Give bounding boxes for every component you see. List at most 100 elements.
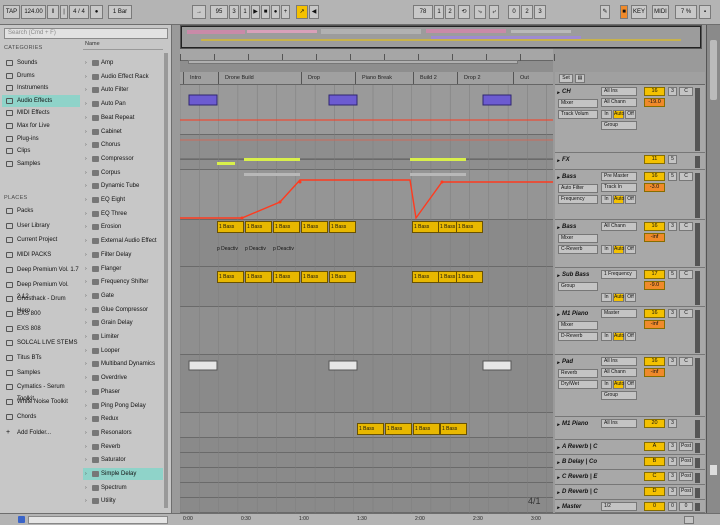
track-fold-icon[interactable]: ▸ xyxy=(557,310,560,320)
automation-arm-button[interactable]: ↗ xyxy=(296,5,308,19)
input-channel-dropdown[interactable]: Track In xyxy=(601,183,637,192)
disclosure-arrow-icon[interactable]: › xyxy=(85,57,87,69)
audio-clip[interactable]: 1 Bass xyxy=(301,271,328,283)
device-item[interactable]: › Erosion xyxy=(83,221,163,233)
disclosure-arrow-icon[interactable]: › xyxy=(85,400,87,412)
browser-scrollbar[interactable] xyxy=(164,53,168,508)
solo-button[interactable]: C xyxy=(679,357,693,366)
device-item[interactable]: › Utility xyxy=(83,495,163,507)
audio-clip[interactable] xyxy=(244,158,300,161)
monitor-off-button[interactable]: Off xyxy=(625,293,636,302)
track-fold-icon[interactable]: ▸ xyxy=(557,458,560,468)
track-activator[interactable]: 3 xyxy=(668,442,677,451)
disclosure-arrow-icon[interactable]: › xyxy=(85,345,87,357)
midi-clip[interactable] xyxy=(328,94,358,106)
output-channel-dropdown[interactable]: C-Reverb xyxy=(558,245,598,254)
disclosure-arrow-icon[interactable]: › xyxy=(85,413,87,425)
input-type-dropdown[interactable]: 1 Frequency xyxy=(601,270,637,279)
category-midi-effects[interactable]: MIDI Effects xyxy=(2,107,80,119)
punch-out-icon[interactable]: ⤶ xyxy=(489,5,499,19)
deactivated-clip-label[interactable]: p Deactiv xyxy=(273,246,300,255)
track-name[interactable]: ▸ A Reverb | C xyxy=(557,442,599,452)
deactivated-clip-label[interactable]: p Deactiv xyxy=(217,246,244,255)
track-name[interactable]: ▸ Pad xyxy=(557,357,599,367)
audio-clip[interactable]: 1 Bass xyxy=(245,271,272,283)
output-channel-dropdown[interactable]: Dry/Wet xyxy=(558,380,598,389)
device-item[interactable]: › Compressor xyxy=(83,153,163,165)
loop-length-bars[interactable]: 0 xyxy=(508,5,520,19)
track-name[interactable]: ▸ B Delay | Co xyxy=(557,457,599,467)
track-volume[interactable]: 20 xyxy=(644,419,665,428)
device-item[interactable]: › Spectrum xyxy=(83,482,163,494)
track-fold-icon[interactable]: ▸ xyxy=(557,488,560,498)
category-audio-effects[interactable]: Audio Effects xyxy=(2,94,80,107)
disclosure-arrow-icon[interactable]: › xyxy=(85,276,87,288)
category-sounds[interactable]: Sounds xyxy=(2,57,80,69)
track-activator[interactable]: 3 xyxy=(668,87,677,96)
place-item[interactable]: Titus BTs xyxy=(2,352,80,364)
monitor-in-button[interactable]: In xyxy=(601,110,612,119)
audio-clip[interactable]: 1 Bass xyxy=(329,221,356,233)
disclosure-arrow-icon[interactable]: › xyxy=(85,180,87,192)
monitor-off-button[interactable]: Off xyxy=(625,380,636,389)
track-volume[interactable]: C xyxy=(644,472,665,481)
track-pan[interactable]: -9.0 xyxy=(644,281,665,290)
loop-start-sixteenths[interactable]: 2 xyxy=(445,5,455,19)
device-item[interactable]: › Frequency Shifter xyxy=(83,276,163,288)
solo-button[interactable]: C xyxy=(679,309,693,318)
add-folder-button[interactable]: + Add Folder... xyxy=(2,427,80,439)
loop-length-beats[interactable]: 2 xyxy=(521,5,533,19)
loop-length-sixteenths[interactable]: 3 xyxy=(534,5,546,19)
zoom-handle[interactable] xyxy=(710,465,717,475)
disclosure-arrow-icon[interactable]: › xyxy=(85,427,87,439)
track-name[interactable]: ▸ Bass xyxy=(557,172,599,182)
solo-button[interactable]: C xyxy=(679,87,693,96)
place-item[interactable]: Deep Premium Vol. 1.7 - xyxy=(2,264,80,285)
solo-button[interactable]: C xyxy=(679,270,693,279)
locator-marker[interactable]: Drone Build xyxy=(218,72,254,84)
disclosure-arrow-icon[interactable]: › xyxy=(85,139,87,151)
monitor-off-button[interactable]: Off xyxy=(625,110,636,119)
disclosure-arrow-icon[interactable]: › xyxy=(85,372,87,384)
disclosure-arrow-icon[interactable]: › xyxy=(85,290,87,302)
input-type-dropdown[interactable]: All Ins xyxy=(601,419,637,428)
disclosure-arrow-icon[interactable]: › xyxy=(85,153,87,165)
arrangement-overview[interactable] xyxy=(180,25,702,49)
track-activator[interactable]: 3 xyxy=(668,457,677,466)
output-channel-dropdown[interactable]: D-Reverb xyxy=(558,332,598,341)
track-pan[interactable]: -19.0 xyxy=(644,98,665,107)
track-volume[interactable]: A xyxy=(644,442,665,451)
category-samples[interactable]: Samples xyxy=(2,158,80,170)
disclosure-arrow-icon[interactable]: › xyxy=(85,468,87,480)
solo-button[interactable]: Post xyxy=(679,472,693,481)
disclosure-arrow-icon[interactable]: › xyxy=(85,167,87,179)
place-item[interactable]: Packs xyxy=(2,205,80,217)
device-item[interactable]: › Multiband Dynamics xyxy=(83,358,163,370)
solo-button[interactable]: Post xyxy=(679,487,693,496)
device-item[interactable]: › Gate xyxy=(83,290,163,302)
audio-clip[interactable]: 1 Bass xyxy=(413,423,440,435)
device-item[interactable]: › Amp xyxy=(83,57,163,69)
device-item[interactable]: › Phaser xyxy=(83,386,163,398)
disclosure-arrow-icon[interactable]: › xyxy=(85,235,87,247)
overview-visible-range[interactable] xyxy=(181,26,701,48)
track-name[interactable]: ▸ Bass xyxy=(557,222,599,232)
device-item[interactable]: › Auto Filter xyxy=(83,84,163,96)
locator-marker[interactable]: Drop 2 xyxy=(457,72,481,84)
monitor-off-button[interactable]: Off xyxy=(625,332,636,341)
device-item[interactable]: › Grain Delay xyxy=(83,317,163,329)
track-fold-icon[interactable]: ▸ xyxy=(557,173,560,183)
solo-button[interactable]: C xyxy=(679,172,693,181)
tap-tempo-button[interactable]: TAP xyxy=(3,5,20,19)
track-fold-icon[interactable]: ▸ xyxy=(557,473,560,483)
audio-clip[interactable]: 1 Bass xyxy=(456,271,483,283)
locator-marker[interactable]: Piano Break xyxy=(355,72,392,84)
track-volume[interactable]: 0 xyxy=(644,502,665,511)
solo-button[interactable]: Post xyxy=(679,442,693,451)
audio-clip[interactable]: 1 Bass xyxy=(329,271,356,283)
track-volume[interactable]: 16 xyxy=(644,222,665,231)
automation-breakpoint[interactable] xyxy=(298,180,302,184)
track-name[interactable]: ▸ D Reverb | C xyxy=(557,487,599,497)
track-name[interactable]: ▸ FX xyxy=(557,155,599,165)
track-name[interactable]: ▸ C Reverb | E xyxy=(557,472,599,482)
